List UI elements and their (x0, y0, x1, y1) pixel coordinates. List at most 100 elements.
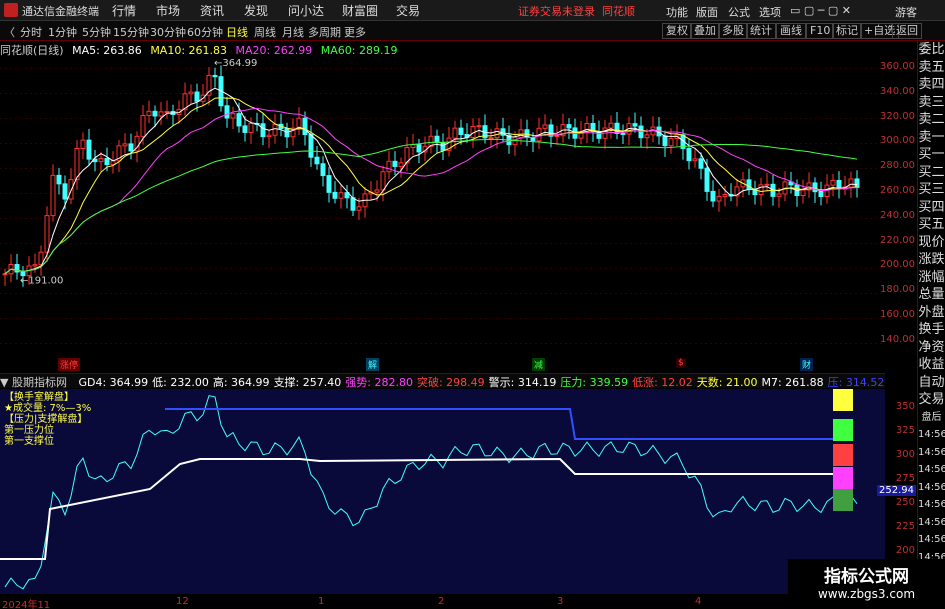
indicator-chart[interactable] (0, 389, 885, 594)
f10-button[interactable]: F10 (806, 23, 835, 39)
tab-multi[interactable]: 多周期 (308, 24, 341, 40)
side-label[interactable]: 买五 (918, 216, 945, 234)
marker-reduce[interactable]: 减 (532, 358, 546, 371)
price-tick: 340.00 (880, 85, 915, 97)
back-icon[interactable]: 〈 (4, 24, 15, 40)
side-label[interactable]: 14:56 (918, 479, 945, 497)
date-tick: 12 (176, 596, 189, 607)
side-label[interactable]: 14:56 (918, 426, 945, 444)
stats-button[interactable]: 统计 (746, 23, 776, 39)
candle (224, 105, 230, 119)
candle (32, 264, 38, 267)
side-label[interactable]: 卖三 (918, 94, 945, 112)
candle (554, 135, 560, 138)
candle (704, 167, 710, 192)
tab-5min[interactable]: 5分钟 (82, 24, 111, 40)
tab-weekly[interactable]: 周线 (254, 24, 276, 40)
side-label[interactable]: 现价 (918, 234, 945, 252)
side-label[interactable]: 收益 (918, 356, 945, 374)
indicator-name[interactable]: ▼ 股期指标网 (0, 376, 71, 388)
side-label[interactable]: 14:56 (918, 444, 945, 462)
marker-dividend[interactable]: $ (676, 358, 686, 368)
adjust-button[interactable]: 复权 (662, 23, 692, 39)
marker-finance[interactable]: 财 (800, 358, 814, 371)
menu-wenxiaoda[interactable]: 问小达 (288, 2, 324, 19)
side-label[interactable]: 14:56 (918, 531, 945, 549)
candle (812, 182, 818, 193)
side-label[interactable]: 交易 (918, 391, 945, 409)
candle (230, 113, 236, 119)
candle (326, 175, 332, 193)
indicator-value: 突破: 298.49 (416, 376, 485, 388)
side-label[interactable]: 涨幅 (918, 269, 945, 287)
side-label[interactable]: 外盘 (918, 304, 945, 322)
side-label[interactable]: 买三 (918, 181, 945, 199)
draw-button[interactable]: 画线 (776, 23, 806, 39)
tab-1min[interactable]: 1分钟 (48, 24, 77, 40)
indicator-value: 强势: 282.80 (345, 376, 413, 388)
legend-line: 【压力|支撑解盘】 (4, 414, 88, 425)
candle (692, 158, 698, 162)
signal-block (833, 419, 853, 441)
side-label[interactable]: 卖一 (918, 129, 945, 147)
multi-stock-button[interactable]: 多股 (718, 23, 748, 39)
menu-function[interactable]: 功能 (666, 4, 688, 20)
candle (308, 134, 314, 158)
title-bar: 通达信金融终端 行情 市场 资讯 发现 问小达 财富圈 交易 证券交易未登录 同… (0, 0, 945, 21)
app-title: 通达信金融终端 (22, 5, 99, 18)
indicator-tick: 200 (895, 545, 915, 556)
marker-limit-up[interactable]: 涨停 (58, 358, 81, 371)
side-label[interactable]: 14:56 (918, 496, 945, 514)
side-label[interactable]: 14:56 (918, 461, 945, 479)
menu-discover[interactable]: 发现 (244, 2, 268, 19)
menu-layout[interactable]: 版面 (696, 4, 718, 20)
mark-button[interactable]: 标记 (832, 23, 862, 39)
menu-market[interactable]: 市场 (156, 2, 180, 19)
menu-quotes[interactable]: 行情 (112, 2, 136, 19)
marker-unlock[interactable]: 解 (366, 358, 380, 371)
menu-options[interactable]: 选项 (759, 4, 781, 20)
menu-news[interactable]: 资讯 (200, 2, 224, 19)
guest-label[interactable]: 游客 (895, 4, 917, 20)
candle (146, 110, 152, 116)
tab-daily[interactable]: 日线 (226, 24, 248, 40)
menu-fortune[interactable]: 财富圈 (342, 2, 378, 19)
candle (386, 160, 392, 173)
price-tick: 320.00 (880, 110, 915, 122)
candle (260, 123, 266, 138)
login-status[interactable]: 证券交易未登录 同花顺 (518, 3, 635, 19)
side-label[interactable]: 换手 (918, 321, 945, 339)
candle (188, 91, 194, 95)
tab-monthly[interactable]: 月线 (282, 24, 304, 40)
candlestick-chart[interactable]: ←364.99 ←191.00 (0, 56, 885, 356)
return-button[interactable]: 返回 (892, 23, 922, 39)
side-label[interactable]: 净资 (918, 339, 945, 357)
tab-30min[interactable]: 30分钟 (150, 24, 186, 40)
side-label[interactable]: 卖二 (918, 111, 945, 129)
menu-trade[interactable]: 交易 (396, 2, 420, 19)
window-controls[interactable]: ▭ ▢ ─ ▢ ✕ (790, 4, 851, 17)
overlay-button[interactable]: 叠加 (690, 23, 720, 39)
side-label[interactable]: 买二 (918, 164, 945, 182)
side-label[interactable]: 14:56 (918, 514, 945, 532)
indicator-value: GD4: 364.99 (78, 376, 149, 388)
side-label[interactable]: 买一 (918, 146, 945, 164)
watermark-title: 指标公式网 (824, 567, 909, 587)
tab-more[interactable]: 更多 (344, 24, 366, 40)
side-label[interactable]: 买四 (918, 199, 945, 217)
side-label[interactable]: 自动 (918, 374, 945, 392)
tab-60min[interactable]: 60分钟 (187, 24, 223, 40)
date-tick: 2024年11 (2, 600, 51, 609)
side-label[interactable]: 委比 (918, 41, 945, 59)
tab-timeshare[interactable]: 分时 (20, 24, 42, 40)
side-label[interactable]: 总量 (918, 286, 945, 304)
side-label[interactable]: 卖四 (918, 76, 945, 94)
signal-block (833, 489, 853, 511)
support-line (0, 457, 850, 560)
side-label[interactable]: 涨跌 (918, 251, 945, 269)
side-label[interactable]: 盘后 (918, 409, 945, 427)
side-label[interactable]: 卖五 (918, 59, 945, 77)
candle (746, 179, 752, 191)
tab-15min[interactable]: 15分钟 (113, 24, 149, 40)
menu-formula[interactable]: 公式 (728, 4, 750, 20)
